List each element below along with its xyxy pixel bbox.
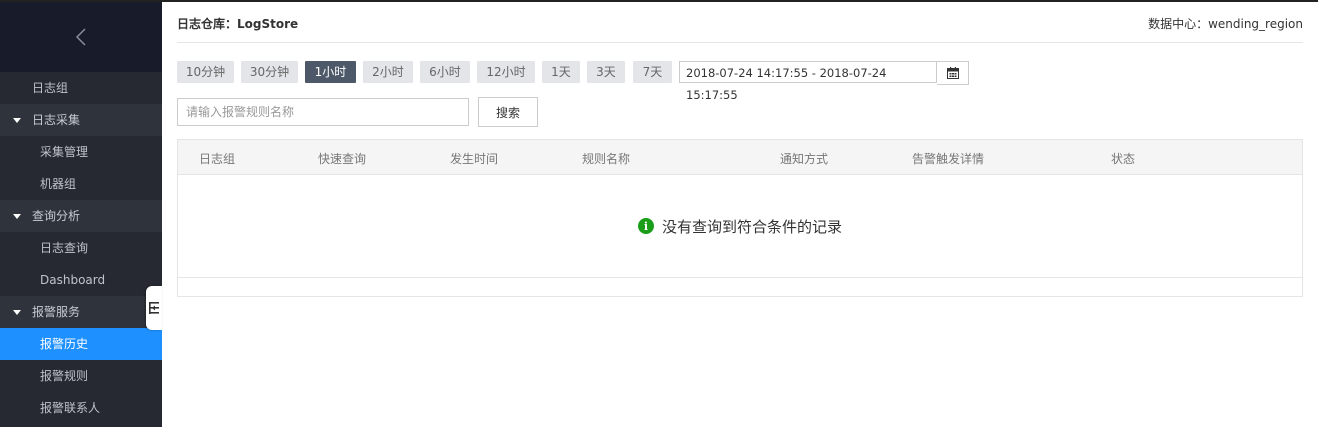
sidebar-item-label: 机器组 [40,177,77,191]
calendar-button[interactable] [937,61,969,85]
column-header: 发生时间 [450,152,499,166]
sidebar-item[interactable]: 机器组 [0,168,162,200]
time-button[interactable]: 10分钟 [177,61,234,83]
sidebar-header [0,2,162,72]
page-header: 日志仓库：LogStore 数据中心：wending_region [177,2,1303,43]
column-header: 通知方式 [780,152,829,166]
caret-down-icon [13,118,21,123]
sidebar-item[interactable]: 报警联系人 [0,392,162,424]
time-button[interactable]: 3天 [587,61,625,83]
column-header: 状态 [1111,152,1136,166]
calendar-icon [946,67,959,79]
sidebar-item-label: 报警规则 [40,369,89,383]
time-button[interactable]: 7天 [633,61,672,83]
column-header: 告警触发详情 [912,152,985,166]
sidebar-item-label: 报警历史 [40,337,89,351]
sidebar-item-label: 报警联系人 [40,401,101,415]
sidebar-group[interactable]: 查询分析 [0,200,162,232]
sidebar-item-label: 查询分析 [32,209,81,223]
sidebar-item-label: 报警服务 [32,305,81,319]
sidebar-group[interactable]: 报警服务 [0,296,162,328]
alert-rule-search-input[interactable] [177,98,469,126]
sidebar-item-label: Dashboard [40,273,106,287]
time-button[interactable]: 1小时 [305,61,356,83]
chevron-left-icon[interactable] [75,27,87,47]
page-title: 日志仓库：LogStore [177,15,298,32]
column-header: 规则名称 [582,152,631,166]
column-header: 快速查询 [318,152,367,166]
logstore-name: LogStore [237,17,299,31]
date-range-display[interactable]: 2018-07-24 14:17:55 - 2018-07-24 15:17:5… [679,61,937,102]
caret-down-icon [13,214,21,219]
sidebar-group[interactable]: 日志采集 [0,104,162,136]
empty-message: 没有查询到符合条件的记录 [661,217,842,236]
time-button[interactable]: 2小时 [363,61,413,83]
sidebar-menu: 日志组日志采集采集管理机器组查询分析日志查询 Dashboard 报警服务报警历史报… [0,72,162,424]
sidebar-item-label: 日志组 [32,81,69,95]
sidebar-item[interactable]: Dashboard [0,264,162,296]
caret-down-icon [13,310,21,315]
region-label: 数据中心：wending_region [1148,17,1303,31]
sidebar-item-label: 日志查询 [40,241,89,255]
info-icon: i [637,218,654,234]
time-button[interactable]: 12小时 [477,61,535,83]
search-button[interactable]: 搜索 [478,97,538,127]
empty-state: i 没有查询到符合条件的记录 [178,175,1302,278]
sidebar-item-label: 采集管理 [40,145,89,159]
sidebar-collapse-icon [149,302,159,314]
sidebar-item[interactable]: 日志查询 [0,232,162,264]
alert-history-table: 日志组 快速查询 发生时间 规则名称 通知方式 告警触发详情 状态 i 没有查询到符合条件的… [177,139,1303,297]
sidebar-item[interactable]: 采集管理 [0,136,162,168]
sidebar-collapse-button[interactable] [146,286,162,330]
sidebar: 日志组日志采集采集管理机器组查询分析日志查询 Dashboard 报警服务报警历史报… [0,2,162,427]
time-button[interactable]: 6小时 [420,61,470,83]
time-button[interactable]: 30分钟 [241,61,298,83]
table-header: 日志组 快速查询 发生时间 规则名称 通知方式 告警触发详情 状态 [178,140,1302,175]
main-content: 日志仓库：LogStore 数据中心：wending_region 10分钟 30… [162,2,1318,427]
time-button[interactable]: 1天 [542,61,580,83]
column-header: 日志组 [199,152,236,166]
sidebar-item[interactable]: 日志组 [0,72,162,104]
sidebar-item[interactable]: 报警历史 [0,328,162,360]
title-prefix: 日志仓库： [177,17,238,31]
sidebar-item-label: 日志采集 [32,113,81,127]
sidebar-item[interactable]: 报警规则 [0,360,162,392]
